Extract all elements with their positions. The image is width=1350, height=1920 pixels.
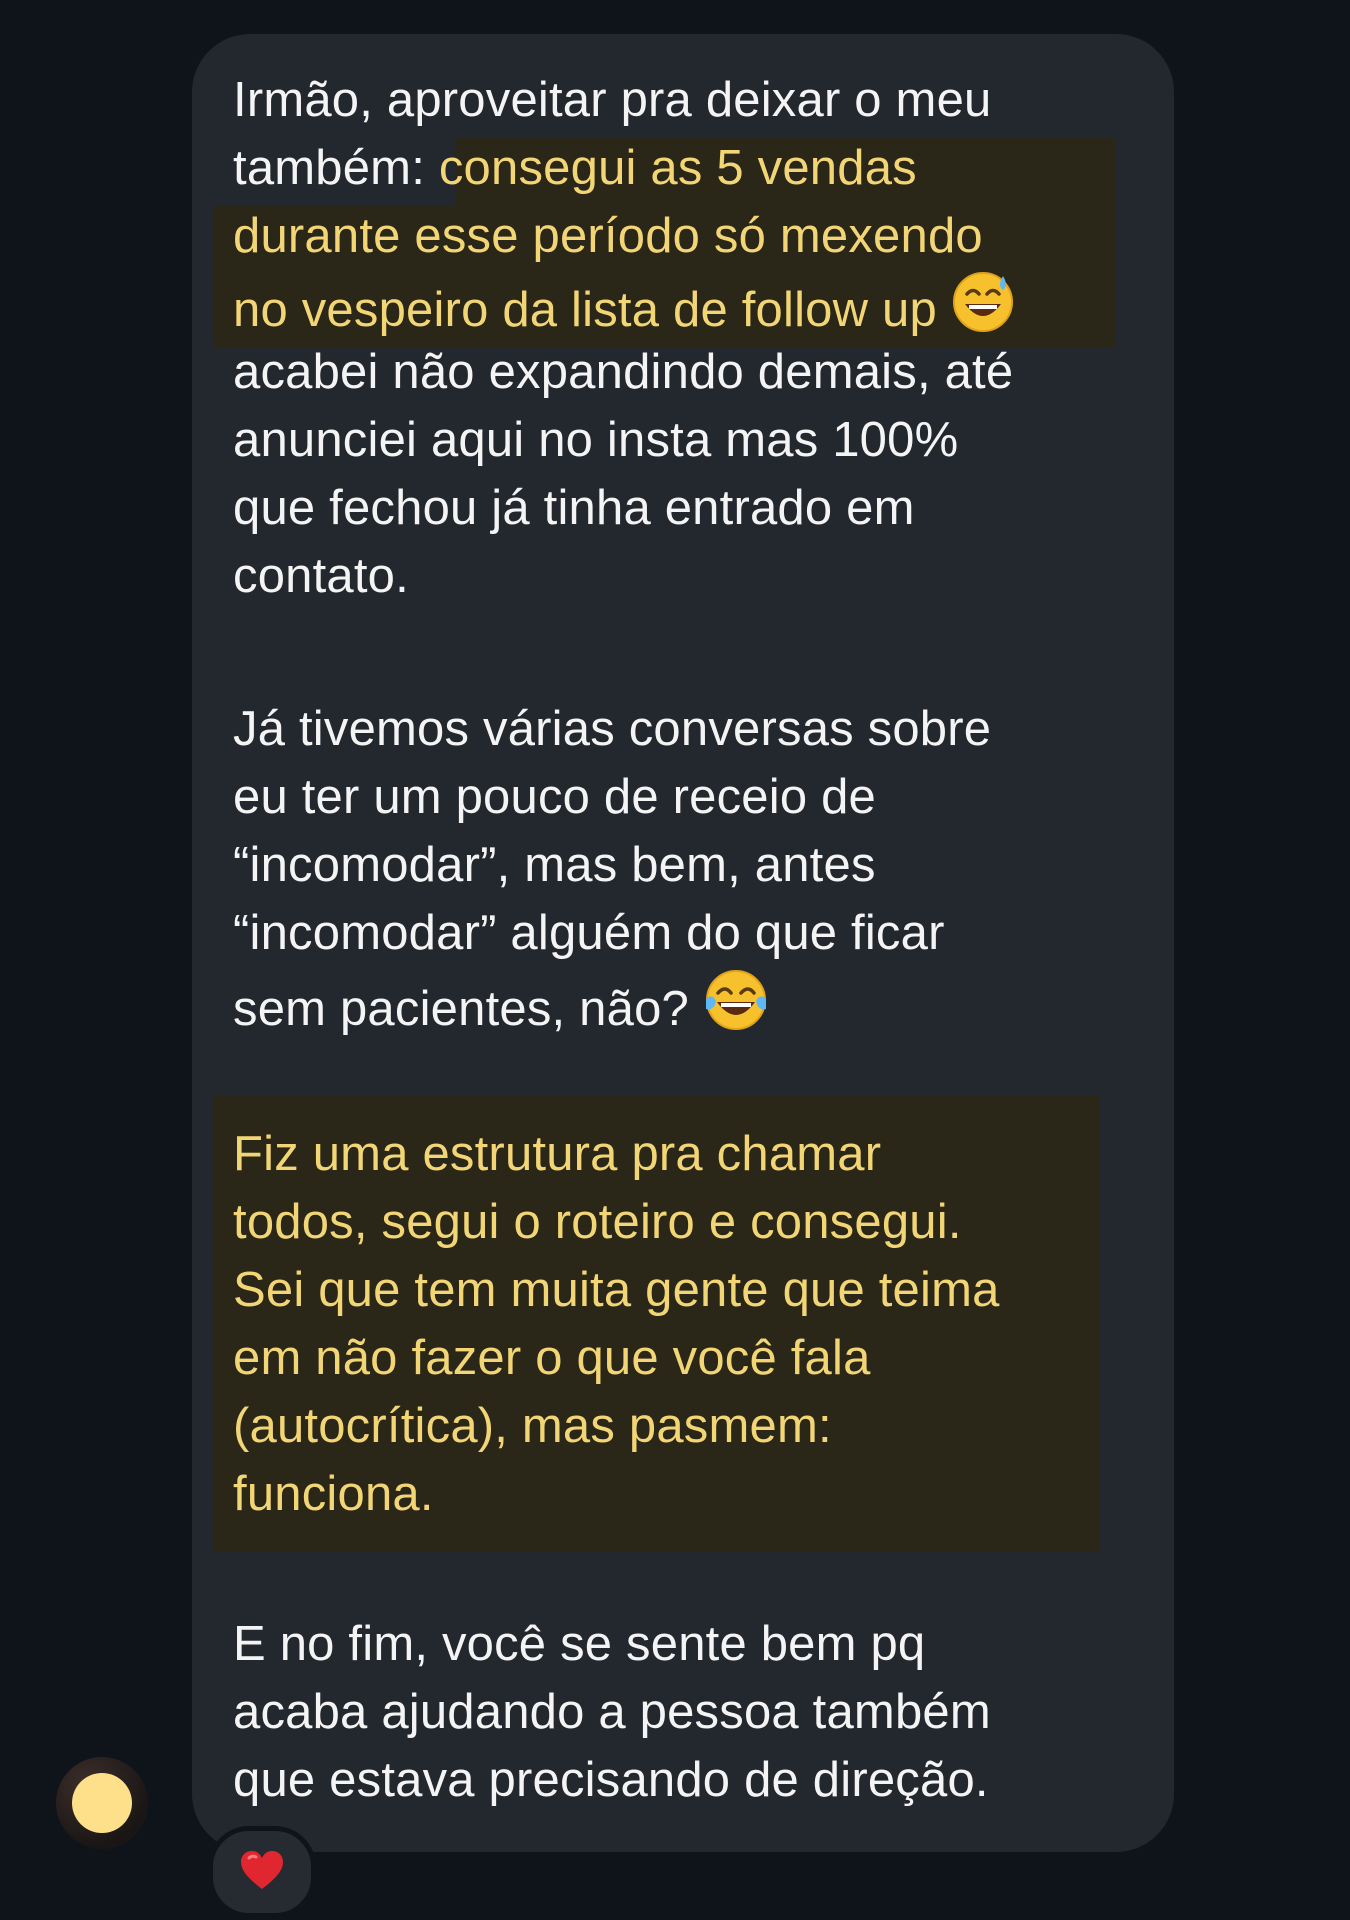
message-line: “incomodar” alguém do que ficar: [233, 906, 945, 960]
highlighted-text: consegui as 5 vendas: [438, 141, 917, 195]
message-line: eu ter um pouco de receio de: [233, 770, 877, 824]
message-line: Já tivemos várias conversas sobre: [233, 702, 992, 756]
highlighted-line: (autocrítica), mas pasmem:: [233, 1399, 832, 1453]
message-line: que estava precisando de direção.: [233, 1753, 989, 1807]
highlighted-line: em não fazer o que você fala: [233, 1331, 871, 1385]
highlighted-text: no vespeiro da lista de follow up: [233, 283, 937, 337]
red-heart-icon: [239, 1849, 285, 1896]
highlighted-line: durante esse período só mexendo: [233, 209, 983, 263]
message-line: também: consegui as 5 vendas: [233, 134, 917, 202]
message-line: sem pacientes, não?: [233, 967, 769, 1051]
message-line: contato.: [233, 549, 409, 603]
message-line: acabei não expandindo demais, até: [233, 345, 1014, 399]
message-line: anunciei aqui no insta mas 100%: [233, 413, 959, 467]
message-line: acaba ajudando a pessoa também: [233, 1685, 991, 1739]
highlighted-line: Sei que tem muita gente que teima: [233, 1263, 1000, 1317]
message-line: Irmão, aproveitar pra deixar o meu: [233, 73, 992, 127]
message-line: E no fim, você se sente bem pq: [233, 1617, 926, 1671]
message-text: também:: [233, 141, 426, 195]
message-line: que fechou já tinha entrado em: [233, 481, 915, 535]
message-text: sem pacientes, não?: [233, 982, 689, 1036]
highlighted-line: funciona.: [233, 1467, 434, 1521]
message-line: “incomodar”, mas bem, antes: [233, 838, 876, 892]
tears-of-joy-emoji-icon: [703, 967, 769, 1051]
highlighted-line: Fiz uma estrutura pra chamar: [233, 1127, 882, 1181]
reaction-badge[interactable]: [208, 1826, 316, 1918]
highlighted-line: todos, segui o roteiro e consegui.: [233, 1195, 962, 1249]
avatar-image: [72, 1773, 132, 1833]
sender-avatar[interactable]: [56, 1757, 148, 1849]
